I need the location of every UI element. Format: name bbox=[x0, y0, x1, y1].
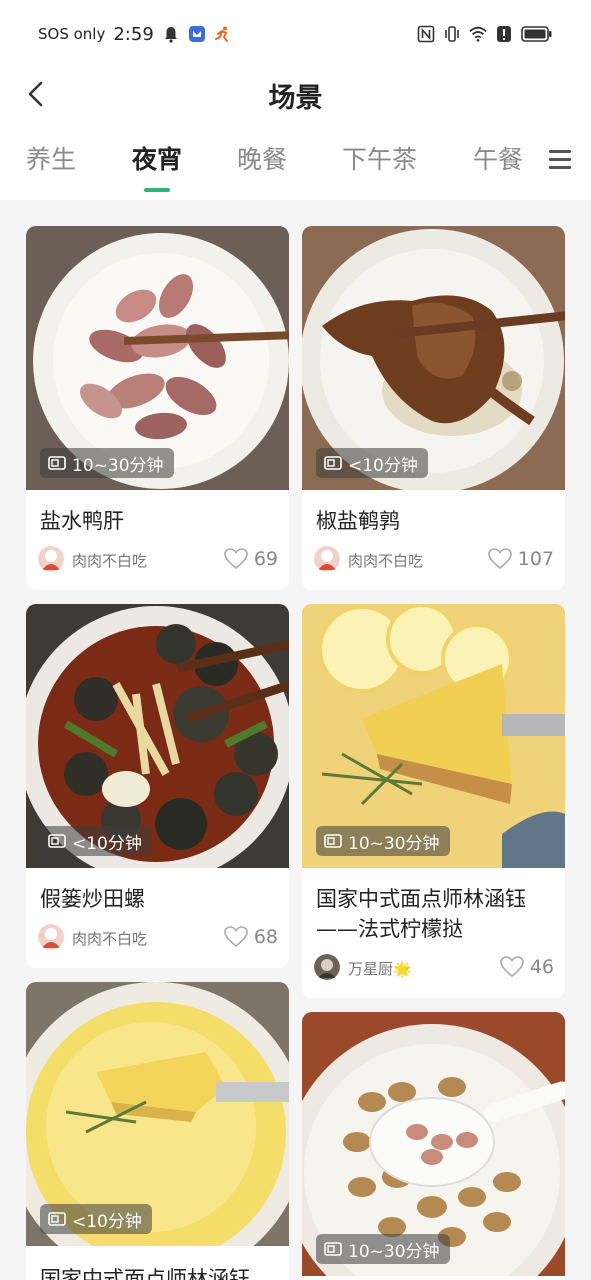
cook-time-badge: <10分钟 bbox=[40, 826, 152, 856]
recipe-meta: 肉肉不白吃 107 bbox=[314, 546, 554, 574]
recipe-title: 盐水鸭肝 bbox=[40, 509, 124, 533]
active-tab-indicator bbox=[144, 188, 170, 192]
recipe-image: <10分钟 bbox=[26, 604, 289, 868]
wifi-icon bbox=[469, 26, 487, 42]
tab-wancan[interactable]: 晚餐 bbox=[237, 140, 287, 176]
menu-icon[interactable] bbox=[549, 148, 571, 170]
carrier-text: SOS only bbox=[38, 25, 106, 43]
header: 场景 bbox=[0, 66, 591, 122]
cook-time: 10~30分钟 bbox=[348, 833, 440, 854]
cook-time: 10~30分钟 bbox=[348, 1241, 440, 1262]
stopwatch-icon bbox=[324, 834, 342, 848]
page-title: 场景 bbox=[268, 83, 323, 114]
cook-time: <10分钟 bbox=[348, 455, 418, 476]
recipe-image: 10~30分钟 bbox=[302, 1012, 565, 1276]
recipe-card[interactable]: 10~30分钟 bbox=[302, 1012, 565, 1280]
like-count: 68 bbox=[253, 926, 278, 948]
recipe-title: 假篓炒田螺 bbox=[40, 887, 145, 911]
tab-yexiao[interactable]: 夜宵 bbox=[132, 140, 182, 176]
alert-icon bbox=[497, 26, 511, 42]
category-tabs: 养生 夜宵 晚餐 下午茶 午餐 bbox=[0, 122, 591, 200]
cook-time: 10~30分钟 bbox=[72, 455, 164, 476]
recipe-card[interactable]: 10~30分钟 国家中式面点师林涵钰——法式柠檬挞 万星厨🌟 46 bbox=[302, 604, 565, 998]
avatar[interactable] bbox=[38, 924, 64, 950]
app-notification-icon bbox=[188, 26, 205, 42]
like-button[interactable]: 68 bbox=[224, 924, 278, 950]
recipe-image: 10~30分钟 bbox=[302, 604, 565, 868]
tab-yangsheng[interactable]: 养生 bbox=[26, 140, 76, 176]
stopwatch-icon bbox=[48, 456, 66, 470]
recipe-image: <10分钟 bbox=[302, 226, 565, 490]
tab-wucan[interactable]: 午餐 bbox=[473, 140, 523, 176]
tab-xiawucha[interactable]: 下午茶 bbox=[342, 140, 417, 176]
status-bar: SOS only 2:59 bbox=[0, 0, 591, 66]
author-name[interactable]: 肉肉不白吃 bbox=[72, 550, 147, 571]
author-name[interactable]: 万星厨🌟 bbox=[348, 958, 412, 979]
stopwatch-icon bbox=[324, 1242, 342, 1256]
recipe-title: 国家中式面点师林涵钰——法式柠檬挞 bbox=[316, 887, 526, 941]
bell-icon bbox=[164, 27, 177, 43]
cook-time-badge: <10分钟 bbox=[40, 1204, 152, 1234]
recipe-card[interactable]: <10分钟 假篓炒田螺 肉肉不白吃 68 bbox=[26, 604, 289, 968]
cook-time-badge: 10~30分钟 bbox=[40, 448, 174, 478]
like-button[interactable]: 46 bbox=[500, 954, 554, 980]
running-icon bbox=[214, 26, 228, 42]
stopwatch-icon bbox=[48, 1212, 66, 1226]
author-name[interactable]: 肉肉不白吃 bbox=[348, 550, 423, 571]
status-right bbox=[417, 22, 553, 46]
recipe-title: 椒盐鹌鹑 bbox=[316, 509, 400, 533]
like-count: 46 bbox=[529, 956, 554, 978]
cook-time-badge: <10分钟 bbox=[316, 448, 428, 478]
avatar[interactable] bbox=[38, 546, 64, 572]
like-button[interactable]: 69 bbox=[224, 546, 278, 572]
recipe-card[interactable]: 10~30分钟 盐水鸭肝 肉肉不白吃 69 bbox=[26, 226, 289, 590]
like-count: 69 bbox=[253, 548, 278, 570]
heart-icon bbox=[487, 548, 512, 570]
cook-time-badge: 10~30分钟 bbox=[316, 826, 450, 856]
like-button[interactable]: 107 bbox=[487, 546, 554, 572]
stopwatch-icon bbox=[324, 456, 342, 470]
battery-icon bbox=[521, 26, 552, 42]
recipe-meta: 万星厨🌟 46 bbox=[314, 954, 554, 982]
heart-icon bbox=[500, 956, 524, 978]
recipe-image: <10分钟 bbox=[26, 982, 289, 1246]
stopwatch-icon bbox=[48, 834, 66, 848]
clock: 2:59 bbox=[113, 23, 154, 45]
like-count: 107 bbox=[517, 548, 554, 570]
avatar[interactable] bbox=[314, 546, 340, 572]
nfc-icon bbox=[417, 25, 435, 43]
heart-icon bbox=[224, 548, 248, 570]
vibrate-icon bbox=[445, 26, 459, 42]
recipe-card[interactable]: <10分钟 椒盐鹌鹑 肉肉不白吃 107 bbox=[302, 226, 565, 590]
recipe-image: 10~30分钟 bbox=[26, 226, 289, 490]
cook-time: <10分钟 bbox=[72, 1211, 142, 1232]
author-name[interactable]: 肉肉不白吃 bbox=[72, 928, 147, 949]
avatar[interactable] bbox=[314, 954, 340, 980]
heart-icon bbox=[224, 926, 248, 948]
cook-time-badge: 10~30分钟 bbox=[316, 1234, 450, 1264]
recipe-title: 国家中式面点师林涵钰 bbox=[40, 1267, 250, 1280]
recipe-meta: 肉肉不白吃 68 bbox=[38, 924, 278, 952]
cook-time: <10分钟 bbox=[72, 833, 142, 854]
status-left: SOS only 2:59 bbox=[38, 22, 232, 46]
recipe-card[interactable]: <10分钟 国家中式面点师林涵钰 bbox=[26, 982, 289, 1280]
recipe-meta: 肉肉不白吃 69 bbox=[38, 546, 278, 574]
